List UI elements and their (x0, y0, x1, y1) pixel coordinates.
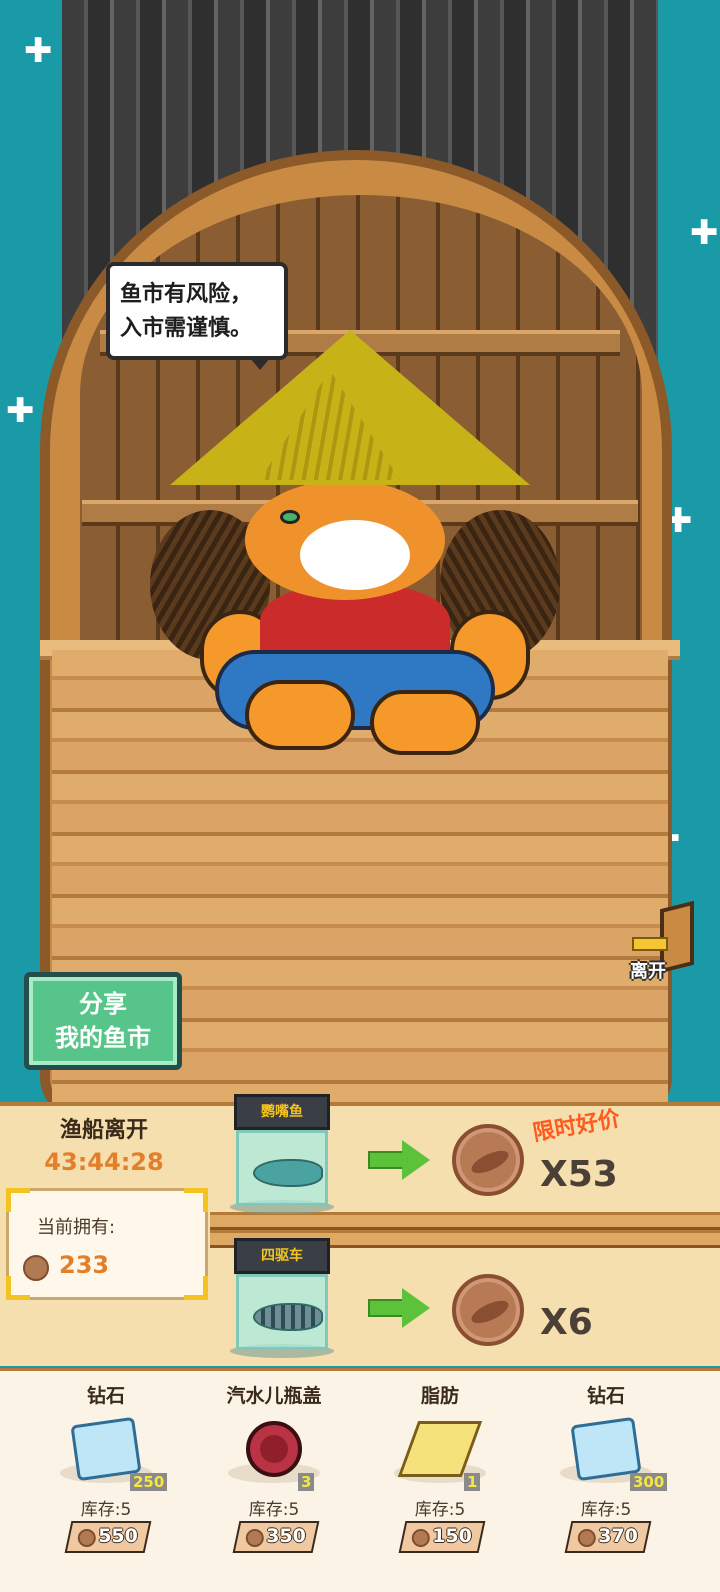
buy-price-button[interactable]: 550 (64, 1521, 152, 1553)
fishing-boat-scene: ✚ ✚ ✚ ✚ ✚ 鱼市有风险， 入市需谨慎。 分享 我的鱼市 离开 (0, 0, 720, 1118)
cat-paw (245, 680, 355, 750)
price-value: 370 (598, 1525, 638, 1547)
fish-coin-icon (23, 1255, 49, 1281)
cat-eye (280, 510, 300, 524)
trade-button[interactable] (230, 1106, 700, 1210)
speech-line: 入市需谨慎。 (120, 316, 253, 341)
shop-item[interactable]: 脂肪 1 库存:5 150 (350, 1371, 530, 1592)
sparkle-icon: ✚ (690, 213, 719, 253)
item-quantity: 300 (630, 1473, 668, 1491)
fish-coin-icon (77, 1529, 96, 1547)
departure-countdown: 43:44:28 (44, 1148, 164, 1176)
frame-corner (6, 1188, 30, 1212)
shop-item[interactable]: 钻石 250 库存:5 550 (16, 1371, 196, 1592)
price-value: 350 (266, 1525, 306, 1547)
wallet-box: 当前拥有: 233 (6, 1188, 208, 1300)
wallet-amount: 233 (59, 1251, 110, 1279)
wallet-label: 当前拥有: (37, 1217, 116, 1238)
item-quantity: 3 (298, 1473, 315, 1491)
item-stock: 库存:5 (580, 1500, 632, 1520)
sparkle-icon: ✚ (6, 391, 35, 431)
speech-line: 鱼市有风险， (120, 282, 253, 307)
trade-button[interactable] (230, 1236, 700, 1340)
item-quantity: 250 (130, 1473, 168, 1491)
leave-label: 离开 (630, 961, 666, 982)
fish-coin-icon (577, 1529, 596, 1547)
buy-price-button[interactable]: 150 (398, 1521, 486, 1553)
fish-coin-icon (411, 1529, 430, 1547)
shelf (210, 1212, 720, 1230)
fish-coin-icon (245, 1529, 264, 1547)
frame-corner (184, 1188, 208, 1212)
item-stock: 库存:5 (80, 1500, 132, 1520)
shop-item-name: 脂肪 (420, 1385, 459, 1407)
shop-item[interactable]: 钻石 300 库存:5 370 (516, 1371, 696, 1592)
speech-bubble: 鱼市有风险， 入市需谨慎。 (106, 262, 288, 370)
buy-price-button[interactable]: 350 (232, 1521, 320, 1553)
price-value: 550 (98, 1525, 138, 1547)
fisher-cat-character[interactable] (150, 330, 560, 760)
shop-item-name: 钻石 (86, 1385, 125, 1407)
shop-item-name: 汽水儿瓶盖 (226, 1385, 322, 1407)
shop-row: 钻石 250 库存:5 550 汽水儿瓶盖 3 库存:5 350 脂肪 1 库存… (0, 1368, 720, 1592)
diamond-icon (570, 1416, 642, 1482)
buy-price-button[interactable]: 370 (564, 1521, 652, 1553)
cat-muzzle (300, 520, 410, 590)
boat-departure-title: 渔船离开 (59, 1118, 148, 1143)
item-stock: 库存:5 (248, 1500, 300, 1520)
leave-button[interactable]: 离开 (628, 900, 702, 983)
exit-arrow-icon (632, 937, 668, 951)
share-button-label: 我的鱼市 (55, 1024, 151, 1052)
sparkle-icon: ✚ (24, 31, 53, 71)
diamond-icon (70, 1416, 142, 1482)
trade-panel: 渔船离开 43:44:28 当前拥有: 233 鹦嘴鱼 X53 四驱车 X6 (0, 1094, 720, 1366)
share-market-button[interactable]: 分享 我的鱼市 (24, 972, 182, 1070)
shop-item[interactable]: 汽水儿瓶盖 3 库存:5 350 (184, 1371, 364, 1592)
frame-corner (6, 1276, 30, 1300)
frame-corner (184, 1276, 208, 1300)
cat-paw (370, 690, 480, 755)
share-button-label: 分享 (79, 990, 127, 1018)
item-quantity: 1 (464, 1473, 481, 1491)
item-stock: 库存:5 (414, 1500, 466, 1520)
shop-item-name: 钻石 (586, 1385, 625, 1407)
bottle-cap-icon (246, 1421, 302, 1477)
price-value: 150 (432, 1525, 472, 1547)
